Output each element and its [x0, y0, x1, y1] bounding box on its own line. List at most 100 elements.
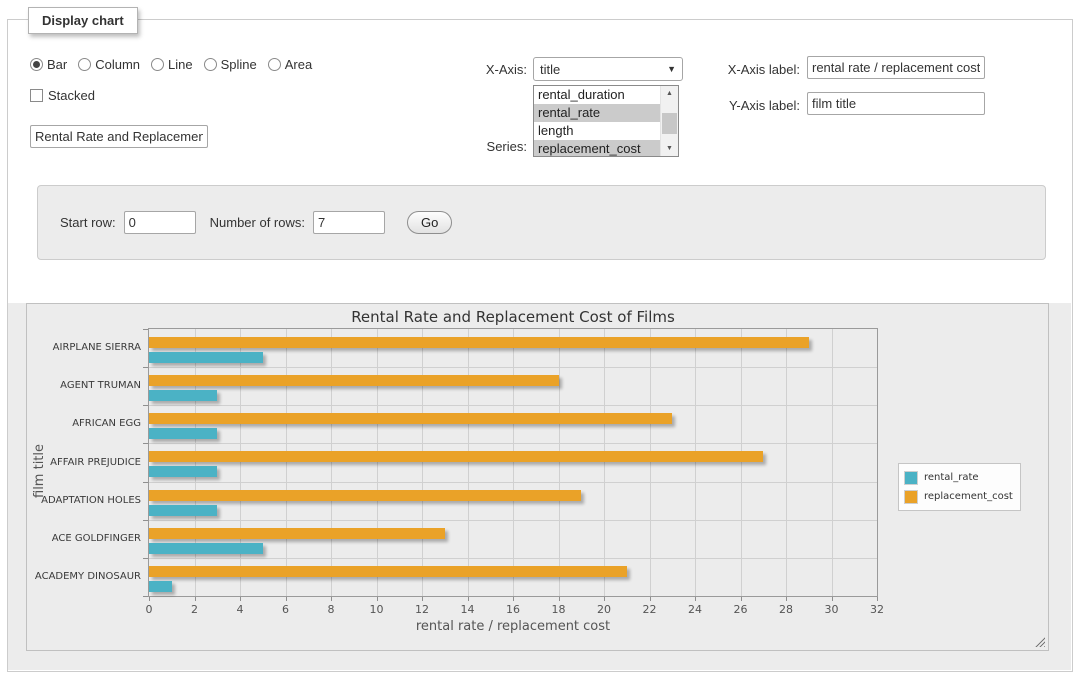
replacement_cost-bar [149, 566, 627, 577]
plot-border [148, 328, 878, 597]
replacement_cost-bar [149, 413, 672, 424]
rental_rate-swatch [904, 471, 918, 485]
radio-icon [268, 58, 281, 71]
radio-label: Area [285, 57, 312, 72]
x-tickmark [286, 597, 287, 601]
x-tick-label: 4 [220, 603, 260, 616]
radio-label: Spline [221, 57, 257, 72]
x-tickmark [149, 597, 150, 601]
x-tick-label: 32 [857, 603, 897, 616]
y-tickmark [143, 520, 148, 521]
scrollbar-thumb[interactable] [662, 113, 677, 134]
replacement_cost-bar [149, 528, 445, 539]
x-tickmark [604, 597, 605, 601]
x-tickmark [377, 597, 378, 601]
x-axis-title: rental rate / replacement cost [149, 619, 877, 634]
x-axis-select-label: X-Axis: [457, 62, 527, 77]
series-listbox-scrollbar[interactable]: ▲ ▼ [660, 86, 678, 156]
replacement_cost-bar [149, 375, 559, 386]
chart-type-radio-spline[interactable]: Spline [204, 57, 257, 72]
radio-icon [30, 58, 43, 71]
series-option-rental_rate[interactable]: rental_rate [534, 104, 661, 122]
y-tickmark [143, 329, 148, 330]
x-tickmark [832, 597, 833, 601]
rental_rate-bar [149, 428, 217, 439]
x-tick-label: 18 [539, 603, 579, 616]
stacked-checkbox-row[interactable]: Stacked [30, 87, 95, 103]
start-row-input[interactable] [124, 211, 196, 234]
chart-type-radio-area[interactable]: Area [268, 57, 312, 72]
x-tickmark [195, 597, 196, 601]
x-tick-label: 14 [448, 603, 488, 616]
x-tickmark [559, 597, 560, 601]
x-tick-label: 28 [766, 603, 806, 616]
x-tick-label: 30 [812, 603, 852, 616]
rental_rate-bar [149, 390, 217, 401]
series-option-length[interactable]: length [534, 122, 661, 140]
y-tickmark [143, 482, 148, 483]
x-tick-label: 0 [129, 603, 169, 616]
y-tickmark [143, 443, 148, 444]
x-tickmark [513, 597, 514, 601]
rental_rate-bar [149, 505, 217, 516]
y-category-label: AGENT TRUMAN [25, 380, 141, 391]
series-option-replacement_cost[interactable]: replacement_cost [534, 140, 661, 157]
x-tick-label: 22 [630, 603, 670, 616]
x-axis-selected-value: title [540, 62, 667, 77]
chart-type-radio-group: Bar Column Line Spline Area [30, 55, 312, 73]
x-tick-label: 12 [402, 603, 442, 616]
x-tickmark [240, 597, 241, 601]
y-category-label: ACADEMY DINOSAUR [25, 571, 141, 582]
chart-title: Rental Rate and Replacement Cost of Film… [149, 308, 877, 326]
chart-title-input[interactable] [30, 125, 208, 148]
y-tickmark [143, 367, 148, 368]
y-axis-label-input[interactable] [807, 92, 985, 115]
rental_rate-bar [149, 581, 172, 592]
series-listbox[interactable]: rental_durationrental_ratelengthreplacem… [533, 85, 679, 157]
radio-label: Column [95, 57, 140, 72]
x-tickmark [422, 597, 423, 601]
replacement_cost-swatch [904, 490, 918, 504]
rental_rate-bar [149, 352, 263, 363]
y-tickmark [143, 596, 148, 597]
x-axis-label-input[interactable] [807, 56, 985, 79]
rental_rate-bar [149, 466, 217, 477]
chevron-down-icon: ▼ [667, 64, 676, 74]
stacked-checkbox[interactable] [30, 89, 43, 102]
y-axis-title: film title [32, 428, 47, 498]
chart-legend: rental_rate replacement_cost [898, 463, 1021, 511]
series-option-rental_duration[interactable]: rental_duration [534, 86, 661, 104]
x-tick-label: 8 [311, 603, 351, 616]
radio-icon [204, 58, 217, 71]
radio-icon [151, 58, 164, 71]
legend-label: replacement_cost [924, 491, 1013, 502]
chart-type-radio-column[interactable]: Column [78, 57, 140, 72]
y-tickmark [143, 405, 148, 406]
y-category-label: AIRPLANE SIERRA [25, 342, 141, 353]
x-tickmark [650, 597, 651, 601]
x-axis-select[interactable]: title ▼ [533, 57, 683, 81]
row-params-panel: Start row: Number of rows: Go [37, 185, 1046, 260]
rental_rate-bar [149, 543, 263, 554]
legend-label: rental_rate [924, 472, 979, 483]
replacement_cost-bar [149, 490, 581, 501]
legend-row-replacement_cost: replacement_cost [904, 487, 1013, 506]
radio-label: Line [168, 57, 193, 72]
chart-type-radio-line[interactable]: Line [151, 57, 193, 72]
chart-type-radio-bar[interactable]: Bar [30, 57, 67, 72]
x-tick-label: 26 [721, 603, 761, 616]
x-tick-label: 20 [584, 603, 624, 616]
scroll-down-icon[interactable]: ▼ [661, 141, 678, 156]
x-tickmark [468, 597, 469, 601]
replacement_cost-bar [149, 451, 763, 462]
row-params-row: Start row: Number of rows: Go [60, 211, 452, 234]
x-tickmark [331, 597, 332, 601]
chart-area: Rental Rate and Replacement Cost of Film… [26, 303, 1049, 651]
scroll-up-icon[interactable]: ▲ [661, 86, 678, 101]
x-tickmark [741, 597, 742, 601]
go-button[interactable]: Go [407, 211, 452, 234]
x-tickmark [877, 597, 878, 601]
number-of-rows-input[interactable] [313, 211, 385, 234]
x-tick-label: 16 [493, 603, 533, 616]
resize-handle-icon[interactable] [1034, 636, 1045, 647]
